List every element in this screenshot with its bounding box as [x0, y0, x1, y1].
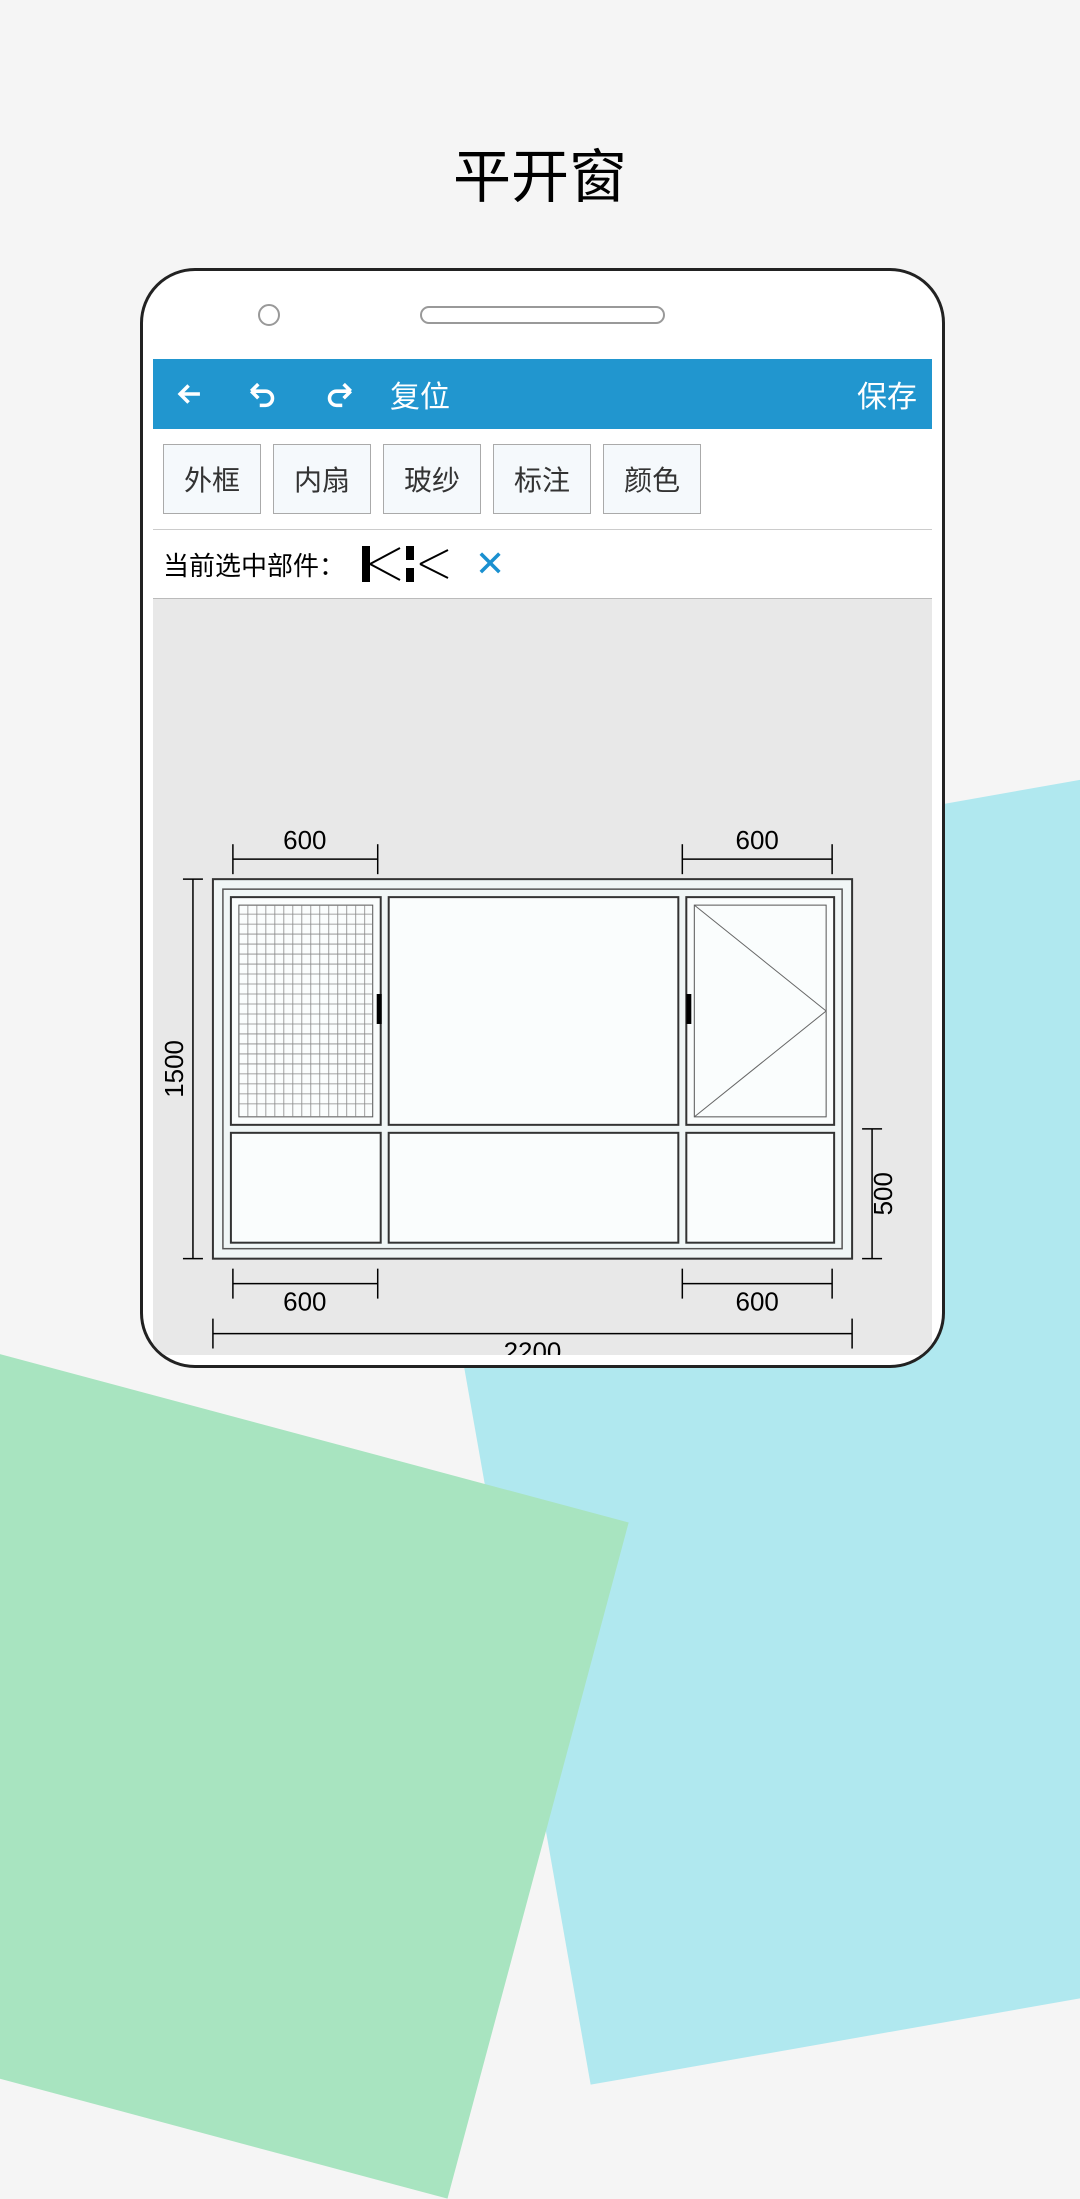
page-title: 平开窗	[0, 130, 1080, 214]
phone-top	[143, 271, 942, 359]
redo-icon[interactable]	[316, 372, 360, 416]
dim-top-left: 600	[283, 825, 326, 855]
app-screen: 复位 保存 外框 内扇 玻纱 标注 颜色 当前选中部件： ✕	[153, 359, 932, 1355]
speaker-slot	[420, 306, 665, 324]
component-icon	[360, 542, 450, 586]
camera-dot	[258, 304, 280, 326]
undo-icon[interactable]	[242, 372, 286, 416]
dim-top-right: 600	[736, 825, 779, 855]
reset-button[interactable]: 复位	[390, 372, 450, 416]
save-button[interactable]: 保存	[857, 372, 917, 416]
annotation-button[interactable]: 标注	[493, 444, 591, 514]
component-label: 当前选中部件：	[163, 546, 345, 583]
app-toolbar: 复位 保存	[153, 359, 932, 429]
window-drawing: 600 600	[153, 599, 932, 1355]
dim-bottom-right: 600	[736, 1287, 779, 1317]
dim-bottom-total: 2200	[504, 1337, 562, 1355]
drawing-area[interactable]: 600 600	[153, 599, 932, 1355]
color-button[interactable]: 颜色	[603, 444, 701, 514]
glass-screen-button[interactable]: 玻纱	[383, 444, 481, 514]
phone-frame: 复位 保存 外框 内扇 玻纱 标注 颜色 当前选中部件： ✕	[140, 268, 945, 1368]
dim-left-height: 1500	[159, 1040, 189, 1098]
dim-right-height: 500	[868, 1172, 898, 1215]
dim-bottom-left: 600	[283, 1287, 326, 1317]
component-bar: 当前选中部件： ✕	[153, 530, 932, 599]
secondary-toolbar: 外框 内扇 玻纱 标注 颜色	[153, 429, 932, 530]
outer-frame-button[interactable]: 外框	[163, 444, 261, 514]
close-icon[interactable]: ✕	[475, 543, 505, 585]
inner-sash-button[interactable]: 内扇	[273, 444, 371, 514]
back-icon[interactable]	[168, 372, 212, 416]
